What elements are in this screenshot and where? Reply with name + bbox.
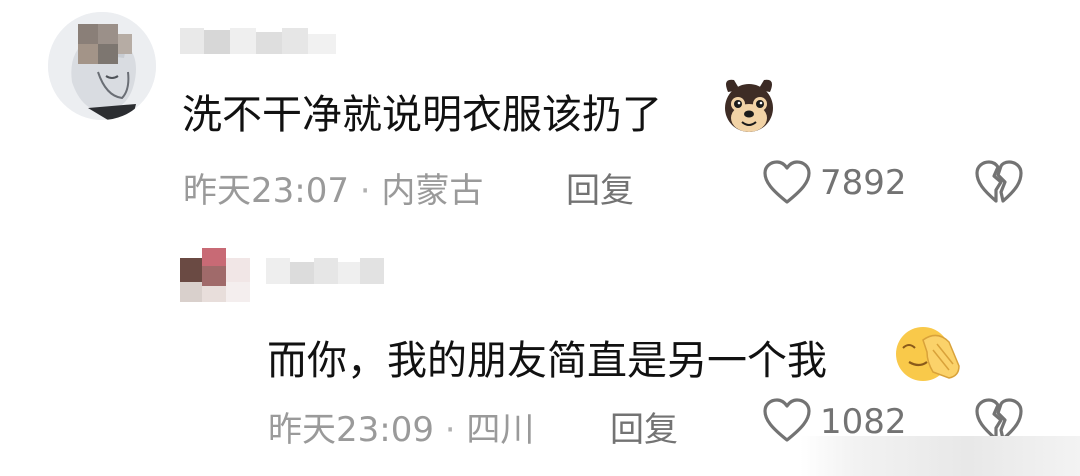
timestamp: 昨天23:09 [268, 410, 434, 450]
username-blurred[interactable] [266, 258, 384, 284]
like-count: 7892 [820, 163, 907, 203]
location: 内蒙古 [381, 171, 484, 211]
avatar[interactable] [48, 12, 156, 120]
comment-text: 而你，我的朋友简直是另一个我 [267, 338, 827, 384]
dog-face-emoji [720, 76, 778, 136]
broken-heart-icon[interactable] [974, 160, 1024, 206]
separator: · [444, 410, 456, 450]
comment-text: 洗不干净就说明衣服该扔了 [182, 92, 662, 138]
comment-meta: 昨天23:07 · 内蒙古 [183, 163, 483, 212]
comment-meta: 昨天23:09 · 四川 [268, 402, 534, 451]
reply-button[interactable]: 回复 [566, 163, 634, 212]
watermark-strip [800, 436, 1080, 476]
avatar[interactable] [180, 248, 250, 308]
location: 四川 [466, 410, 535, 450]
timestamp: 昨天23:07 [183, 171, 349, 211]
separator: · [359, 171, 371, 211]
username-blurred[interactable] [180, 28, 340, 54]
facepalm-emoji [893, 322, 963, 384]
reply-button[interactable]: 回复 [610, 402, 678, 451]
heart-outline-icon[interactable] [762, 160, 812, 206]
